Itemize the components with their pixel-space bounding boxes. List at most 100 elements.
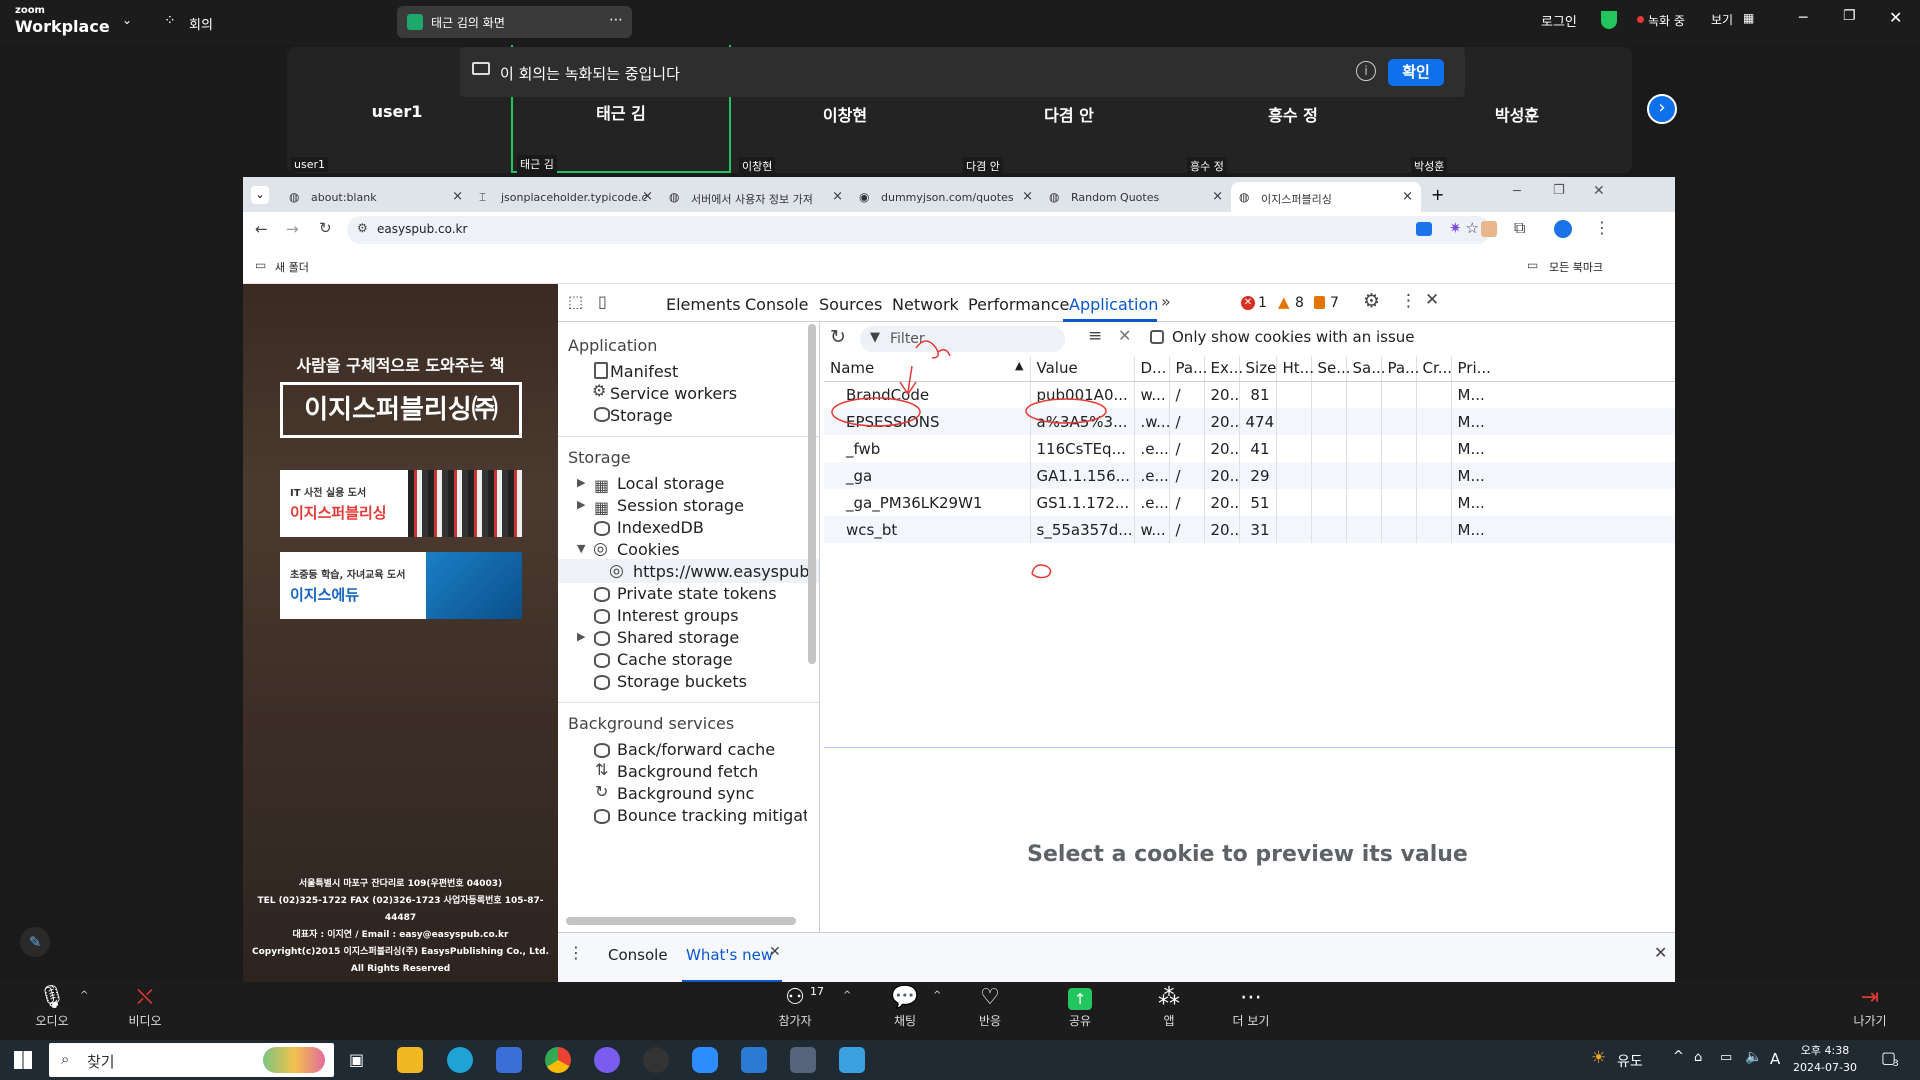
file-explorer-icon[interactable] (397, 1047, 423, 1073)
weather-label[interactable]: 유도 (1617, 1051, 1643, 1071)
store-icon[interactable] (496, 1047, 522, 1073)
volume-icon[interactable]: 🔈 (1745, 1049, 1762, 1065)
participant-tile[interactable]: 이창현 이창현 (735, 97, 955, 175)
kebab-menu-icon[interactable]: ⋮ (568, 943, 584, 962)
view-menu[interactable]: 보기 (1711, 11, 1733, 28)
chevron-down-icon[interactable]: ⌄ (122, 13, 132, 27)
leave-button[interactable]: ⇥ 나가기 (1835, 984, 1905, 1029)
column-header[interactable]: Ex... (1204, 356, 1243, 382)
sidebar-item-service-workers[interactable]: Service workers (610, 384, 737, 403)
column-header[interactable]: Cr... (1416, 356, 1452, 382)
drawer-tab-console[interactable]: Console (608, 946, 668, 964)
info-icon[interactable]: i (1356, 61, 1376, 81)
kebab-menu-icon[interactable]: ⋮ (1400, 291, 1417, 311)
profile-avatar[interactable] (1554, 220, 1572, 238)
sidebar-item-manifest[interactable]: Manifest (610, 362, 678, 381)
browser-tab[interactable]: ⌶ jsonplaceholder.typicode.c × (471, 182, 661, 212)
more-icon[interactable]: ⋯ (609, 12, 623, 28)
chevron-up-icon[interactable]: ^ (843, 990, 851, 1001)
url-bar[interactable]: ⚙ easyspub.co.kr ☆ (347, 216, 1491, 244)
close-tab-icon[interactable]: × (1022, 189, 1033, 204)
gear-icon[interactable]: ⚙ (1363, 290, 1380, 312)
ime-indicator[interactable]: A (1770, 1050, 1780, 1068)
close-drawer-icon[interactable]: ✕ (1654, 943, 1667, 962)
participant-tile[interactable]: 박성훈 박성훈 (1407, 97, 1627, 175)
error-icon[interactable]: ✕ (1241, 296, 1255, 310)
share-title-pill[interactable]: 태근 김의 화면 ⋯ (397, 6, 632, 38)
close-tab-icon[interactable]: × (832, 189, 843, 204)
participant-tile[interactable]: user1 user1 (287, 97, 507, 173)
vscode-icon[interactable] (741, 1047, 767, 1073)
audio-button[interactable]: 🎙 오디오 (17, 984, 87, 1029)
extension-icon[interactable] (1416, 222, 1432, 236)
sidebar-item-background-sync[interactable]: Background sync (617, 784, 754, 803)
issues-count[interactable]: 7 (1330, 295, 1339, 311)
participant-tile[interactable]: 흥수 정 흥수 정 (1183, 97, 1403, 175)
browser-tab[interactable]: ◍ about:blank × (281, 182, 471, 212)
banner-it-books[interactable]: IT 사전 실용 도서 이지스퍼블리싱 (280, 470, 522, 537)
delete-selected-icon[interactable]: ✕ (1118, 326, 1131, 345)
sidebar-item-session-storage[interactable]: Session storage (617, 496, 744, 515)
column-header[interactable]: Pa... (1381, 356, 1419, 382)
tab-elements[interactable]: Elements (666, 295, 741, 314)
annotate-pen-icon[interactable]: ✎ (20, 927, 50, 957)
error-count[interactable]: 1 (1258, 295, 1267, 311)
back-arrow-icon[interactable]: ← (255, 220, 268, 238)
close-icon[interactable]: ✕ (1889, 8, 1902, 27)
column-header[interactable]: Ht... (1276, 356, 1314, 382)
sidebar-item-cookie-origin[interactable]: https://www.easyspub. (633, 562, 815, 581)
drawer-tab-whats-new[interactable]: What's new (686, 946, 773, 964)
browser-tab[interactable]: ◍ 서버에서 사용자 정보 가져 × (661, 182, 851, 212)
browser-tab[interactable]: ◉ dummyjson.com/quotes × (851, 182, 1041, 212)
column-header[interactable]: Sa... (1346, 356, 1386, 382)
chevron-up-icon[interactable]: ^ (80, 990, 88, 1001)
banner-edu-books[interactable]: 초중등 학습, 자녀교육 도서 이지스에듀 (280, 552, 522, 619)
weather-icon[interactable]: ☀ (1591, 1048, 1606, 1068)
minimize-icon[interactable]: ─ (1799, 10, 1807, 26)
tab-performance[interactable]: Performance (968, 295, 1069, 314)
task-view-icon[interactable]: ▣ (349, 1050, 364, 1069)
column-header[interactable]: D... (1134, 356, 1170, 382)
column-header[interactable]: Size (1239, 356, 1277, 382)
more-button[interactable]: ⋯ 더 보기 (1216, 984, 1286, 1029)
issues-icon[interactable] (1314, 296, 1325, 309)
browser-tab[interactable]: ◍ Random Quotes × (1041, 182, 1231, 212)
site-info-icon[interactable]: ⚙ (357, 221, 368, 235)
close-tab-icon[interactable]: × (1402, 189, 1413, 204)
restore-icon[interactable]: ❐ (1553, 183, 1565, 198)
login-link[interactable]: 로그인 (1541, 11, 1577, 30)
column-header[interactable]: Pa... (1169, 356, 1207, 382)
extension-icon[interactable]: ✷ (1449, 219, 1462, 237)
hs-app-icon[interactable] (643, 1047, 669, 1073)
browser-tab-active[interactable]: ◍ 이지스퍼블리싱 × (1231, 182, 1421, 212)
share-button[interactable]: ↑ 공유 (1045, 984, 1115, 1029)
collapse-arrow-icon[interactable]: ▼ (577, 542, 585, 555)
chevron-up-icon[interactable]: ^ (933, 990, 941, 1001)
sidebar-scrollbar[interactable] (808, 324, 816, 664)
close-tab-icon[interactable]: × (1212, 189, 1223, 204)
apps-button[interactable]: ⁂ 앱 (1134, 984, 1204, 1029)
sidebar-item-shared-storage[interactable]: Shared storage (617, 628, 739, 647)
minimize-icon[interactable]: ─ (1513, 184, 1521, 199)
chat-button[interactable]: 💬 채팅 (870, 984, 940, 1029)
app-icon[interactable] (839, 1047, 865, 1073)
tab-console[interactable]: Console (745, 295, 809, 314)
sidebar-item-local-storage[interactable]: Local storage (617, 474, 724, 493)
clock[interactable]: 오후 4:38 2024-07-30 (1790, 1042, 1860, 1076)
only-issue-checkbox[interactable] (1150, 330, 1164, 344)
app-icon[interactable] (790, 1047, 816, 1073)
site-logo[interactable]: 이지스퍼블리싱㈜ (280, 382, 522, 438)
warning-count[interactable]: 8 (1295, 295, 1304, 311)
confirm-button[interactable]: 확인 (1388, 59, 1444, 86)
bookmark-star-icon[interactable]: ☆ (1466, 219, 1479, 237)
tray-icon[interactable]: ⌂ (1694, 1050, 1702, 1065)
sidebar-item-background-fetch[interactable]: Background fetch (617, 762, 758, 781)
reload-icon[interactable]: ↻ (319, 219, 332, 237)
close-tab-icon[interactable]: × (642, 189, 653, 204)
sidebar-item-cache-storage[interactable]: Cache storage (617, 650, 733, 669)
close-icon[interactable]: ✕ (1593, 183, 1605, 199)
sidebar-h-scrollbar[interactable] (566, 917, 796, 925)
edge-icon[interactable] (447, 1047, 473, 1073)
tab-sources[interactable]: Sources (819, 295, 882, 314)
close-tab-icon[interactable]: × (452, 189, 463, 204)
